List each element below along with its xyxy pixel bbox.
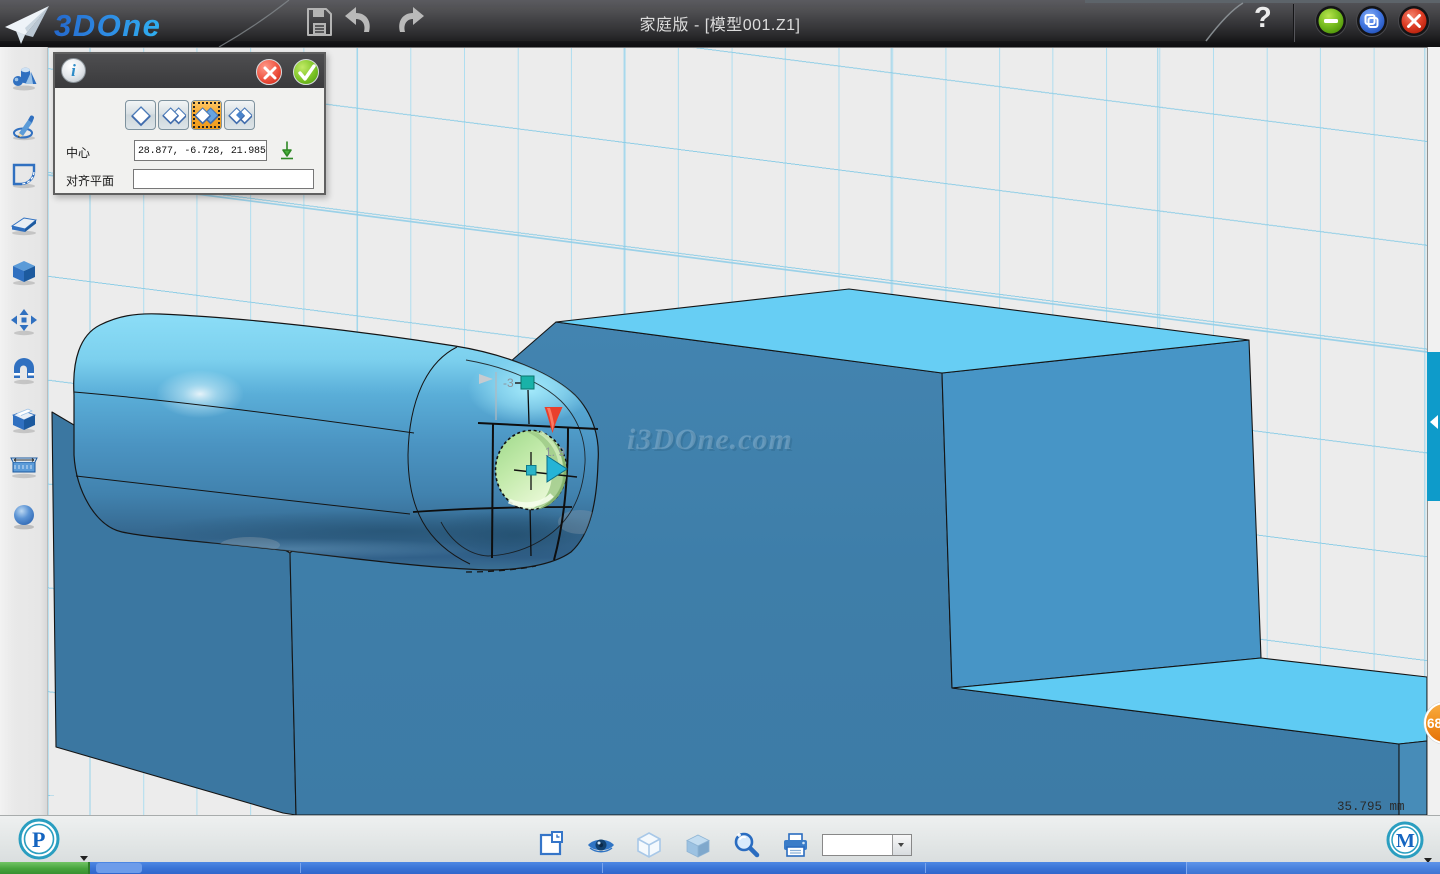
svg-text:i3DOne.com: i3DOne.com (627, 423, 793, 456)
svg-text:35.795 mm: 35.795 mm (1337, 800, 1405, 814)
svg-text:M: M (1396, 830, 1415, 852)
svg-text:P: P (32, 827, 45, 852)
svg-text:68: 68 (1427, 716, 1440, 731)
svg-text:3DOne: 3DOne (54, 8, 161, 43)
svg-text:-3: -3 (503, 376, 514, 390)
